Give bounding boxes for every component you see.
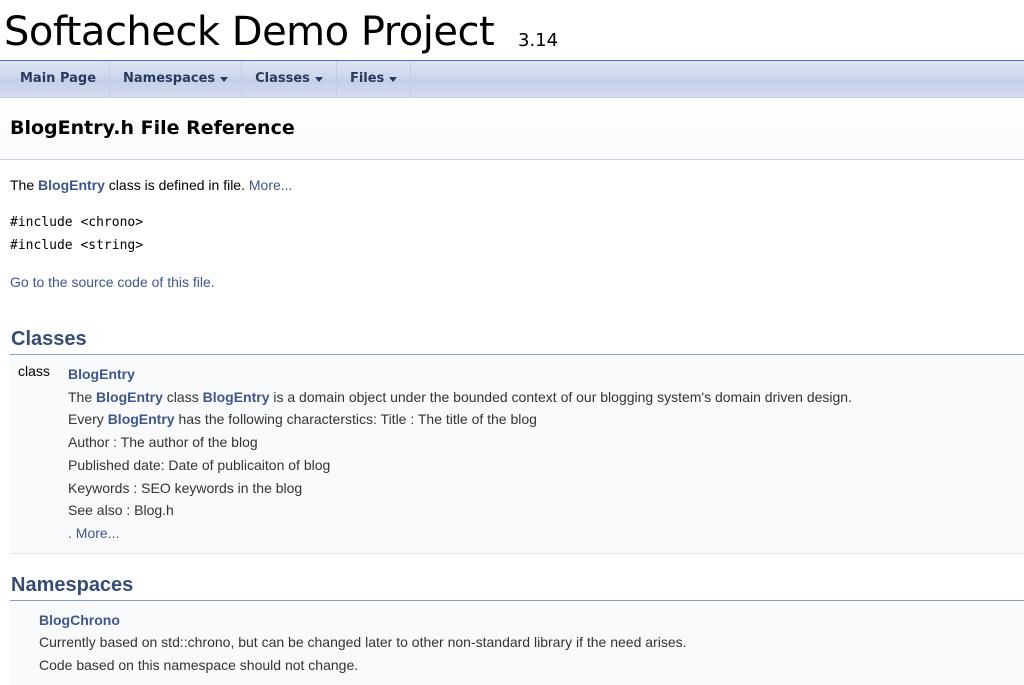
namespaces-section-title: Namespaces: [10, 574, 1024, 601]
include-string: #include <string>: [10, 238, 144, 253]
page-contents: The BlogEntry class is defined in file. …: [0, 160, 1024, 685]
include-chrono: #include <chrono>: [10, 215, 144, 230]
page-header: BlogEntry.h File Reference: [0, 98, 1024, 160]
class-name-link[interactable]: BlogEntry: [68, 366, 135, 382]
nav-classes[interactable]: Classes: [242, 61, 337, 97]
class-row: class BlogEntry The BlogEntry class Blog…: [10, 355, 1024, 545]
namespaces-table: BlogChrono Currently based on std::chron…: [10, 600, 1024, 685]
title-area: Softacheck Demo Project 3.14: [0, 0, 1024, 61]
blogentry-link[interactable]: BlogEntry: [108, 411, 175, 427]
source-code-link[interactable]: Go to the source code of this file.: [10, 274, 215, 290]
brief-description: The BlogEntry class is defined in file. …: [10, 160, 1024, 193]
nav-namespaces-label: Namespaces: [123, 71, 216, 86]
namespace-name-link[interactable]: BlogChrono: [39, 612, 120, 628]
classes-section-title: Classes: [10, 328, 1024, 355]
brief-text-pre: The: [10, 177, 39, 193]
class-desc-line-1: The BlogEntry class BlogEntry is a domai…: [68, 386, 852, 409]
class-description: BlogEntry The BlogEntry class BlogEntry …: [68, 355, 852, 545]
nav-main-page-label: Main Page: [20, 71, 97, 86]
chevron-down-icon: [314, 77, 323, 82]
class-desc-line-2: Every BlogEntry has the following charac…: [68, 408, 852, 431]
desc-text: class: [162, 388, 203, 405]
class-desc-line-5: Keywords : SEO keywords in the blog: [68, 479, 303, 496]
blogentry-link[interactable]: BlogEntry: [203, 389, 270, 405]
navigation-bar: Main Page Namespaces Classes Files: [0, 61, 1024, 98]
blogentry-link[interactable]: BlogEntry: [38, 177, 105, 193]
class-keyword: class: [18, 363, 50, 379]
classes-table: class BlogEntry The BlogEntry class Blog…: [10, 355, 1024, 554]
chevron-down-icon: [220, 77, 229, 82]
nav-main-page[interactable]: Main Page: [0, 61, 111, 97]
namespace-desc-line-1: Currently based on std::chrono, but can …: [39, 634, 687, 651]
more-link[interactable]: More...: [249, 177, 293, 193]
class-desc-line-4: Published date: Date of publicaiton of b…: [68, 456, 331, 473]
namespace-desc-line-2: Code based on this namespace should not …: [39, 657, 359, 674]
desc-text: Every: [68, 411, 108, 428]
chevron-down-icon: [389, 77, 398, 82]
desc-text: is a domain object under the bounded con…: [269, 388, 852, 405]
class-more-link[interactable]: . More...: [68, 525, 119, 541]
desc-text: The: [68, 388, 97, 405]
nav-namespaces[interactable]: Namespaces: [110, 61, 243, 97]
nav-classes-label: Classes: [255, 71, 310, 86]
project-name: Softacheck Demo Project: [4, 9, 495, 55]
class-desc-line-3: Author : The author of the blog: [68, 434, 258, 451]
class-desc-line-6: See also : Blog.h: [68, 502, 174, 519]
desc-text: has the following characterstics: Title …: [174, 411, 537, 428]
brief-text-post: class is defined in file.: [104, 177, 249, 193]
project-number: 3.14: [518, 30, 559, 51]
nav-files-label: Files: [349, 71, 385, 86]
page-title: BlogEntry.h File Reference: [10, 117, 295, 139]
blogentry-link[interactable]: BlogEntry: [96, 389, 163, 405]
include-list: #include <chrono> #include <string>: [10, 211, 1024, 257]
nav-files[interactable]: Files: [337, 61, 412, 97]
